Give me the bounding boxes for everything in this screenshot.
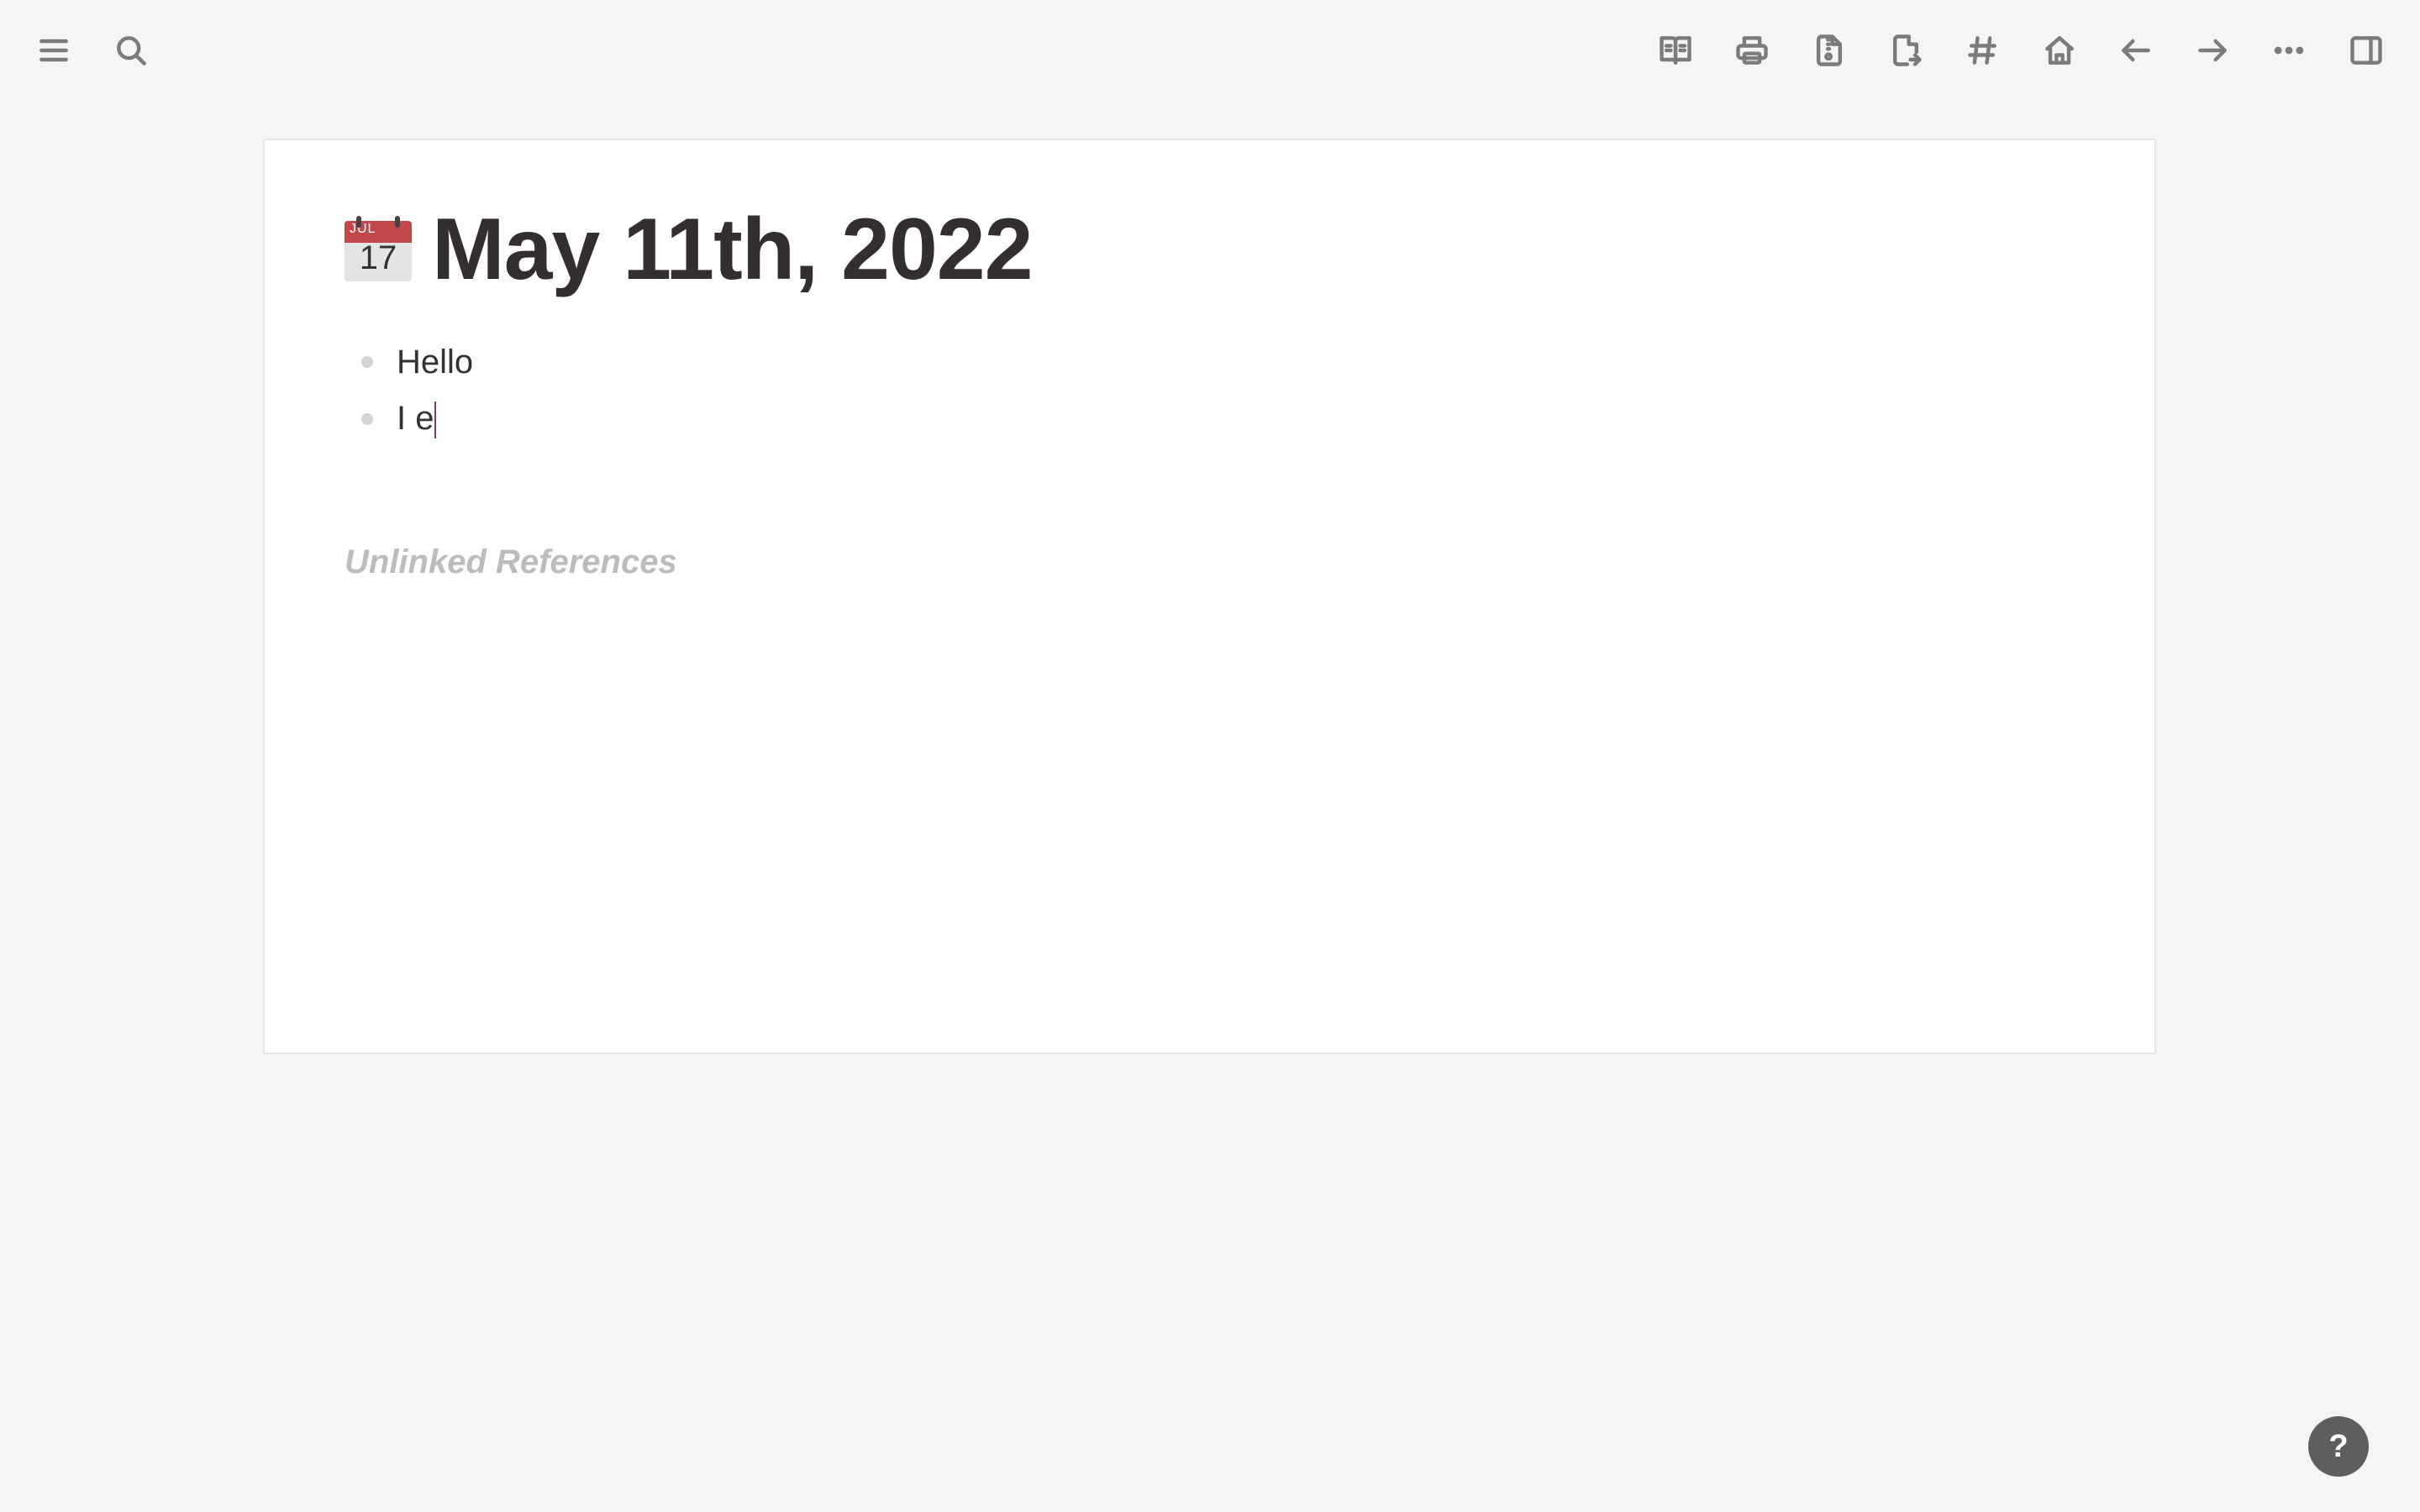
more-icon[interactable]	[2264, 25, 2314, 76]
top-toolbar	[0, 0, 2420, 101]
export-file-icon[interactable]	[1881, 25, 1931, 76]
calendar-emoji-icon: JUL 17	[345, 216, 412, 283]
calendar-day: 17	[359, 239, 397, 276]
hash-icon[interactable]	[1957, 25, 2007, 76]
arrow-right-icon[interactable]	[2187, 25, 2238, 76]
help-button[interactable]: ?	[2308, 1416, 2369, 1477]
list-item[interactable]: I e	[345, 391, 473, 448]
sidebar-toggle-icon[interactable]	[2341, 25, 2391, 76]
bullet-icon[interactable]	[361, 356, 373, 368]
menu-icon[interactable]	[29, 25, 79, 76]
open-book-icon[interactable]	[1650, 25, 1701, 76]
bullet-icon[interactable]	[361, 413, 373, 425]
block-text[interactable]: Hello	[397, 344, 473, 381]
search-icon[interactable]	[106, 25, 156, 76]
block-text-value[interactable]: I e	[397, 400, 434, 437]
print-icon[interactable]	[1727, 25, 1777, 76]
arrow-left-icon[interactable]	[2111, 25, 2161, 76]
page-title[interactable]: May 11th, 2022	[432, 200, 1033, 300]
unlinked-references-heading[interactable]: Unlinked References	[345, 543, 677, 581]
zip-file-icon[interactable]	[1804, 25, 1854, 76]
text-caret	[434, 402, 437, 439]
block-text-editing[interactable]: I e	[397, 400, 437, 439]
page-title-row: JUL 17 May 11th, 2022	[345, 199, 1033, 300]
calendar-month: JUL	[350, 222, 376, 236]
page-card: JUL 17 May 11th, 2022 Hello I e Unlinked…	[263, 139, 2156, 1054]
home-icon[interactable]	[2034, 25, 2085, 76]
list-item[interactable]: Hello	[345, 333, 473, 391]
block-list: Hello I e	[345, 333, 473, 448]
